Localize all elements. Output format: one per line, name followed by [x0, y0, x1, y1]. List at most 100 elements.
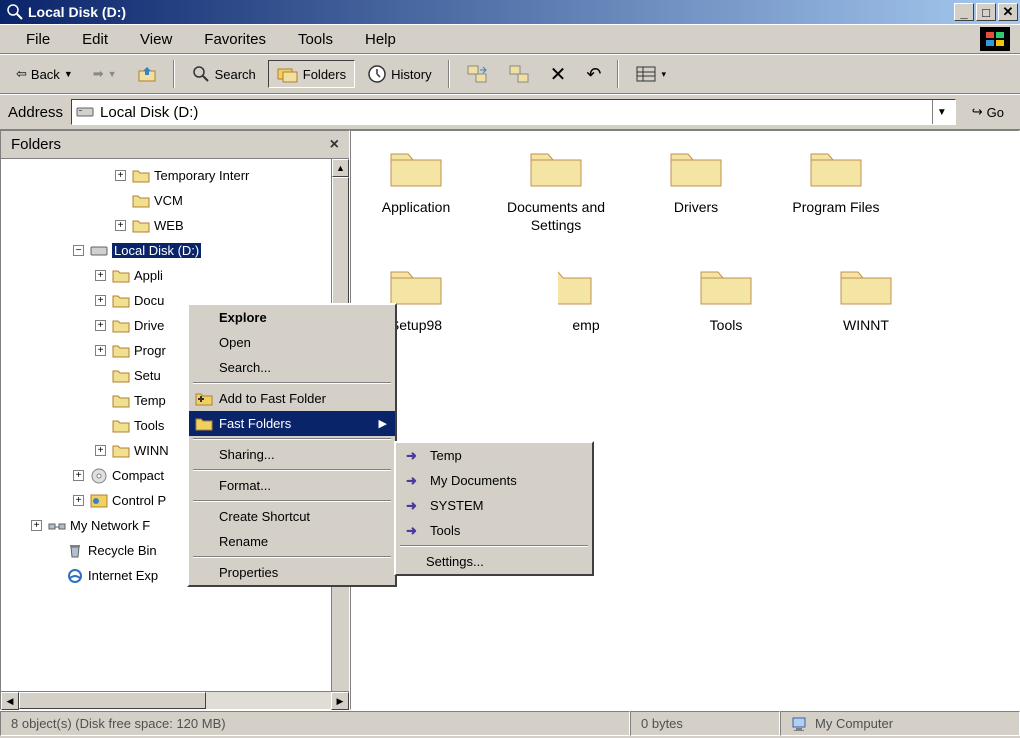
folder-item[interactable]: Drivers	[646, 146, 746, 234]
expand-icon[interactable]: +	[31, 520, 42, 531]
separator	[193, 438, 391, 440]
up-button[interactable]	[129, 61, 165, 87]
expand-icon[interactable]: +	[95, 320, 106, 331]
expand-icon[interactable]: +	[95, 345, 106, 356]
folder-icon	[112, 268, 130, 284]
folder-item[interactable]: Documents and Settings	[506, 146, 606, 234]
collapse-icon[interactable]: −	[73, 245, 84, 256]
ctx-explore[interactable]: Explore	[189, 305, 395, 330]
folders-icon	[277, 65, 299, 83]
folder-icon	[132, 218, 150, 234]
minimize-button[interactable]: _	[954, 3, 974, 21]
ctx-sharing[interactable]: Sharing...	[189, 442, 395, 467]
sub-settings[interactable]: Settings...	[396, 549, 592, 574]
folder-item[interactable]: emp	[536, 264, 636, 334]
expand-icon[interactable]: +	[95, 270, 106, 281]
copy-to-button[interactable]	[500, 60, 538, 88]
copyto-icon	[508, 64, 530, 84]
sub-system[interactable]: ➜SYSTEM	[396, 493, 592, 518]
ctx-rename[interactable]: Rename	[189, 529, 395, 554]
menu-edit[interactable]: Edit	[66, 27, 124, 52]
expand-icon[interactable]: +	[95, 295, 106, 306]
menu-help[interactable]: Help	[349, 27, 412, 52]
maximize-button[interactable]: □	[976, 3, 996, 21]
menu-favorites[interactable]: Favorites	[188, 27, 282, 52]
delete-button[interactable]: ✕	[542, 58, 575, 91]
tree-item[interactable]: +WEB	[5, 213, 345, 238]
undo-icon: ↶	[586, 64, 601, 85]
sub-my-documents[interactable]: ➜My Documents	[396, 468, 592, 493]
go-arrow-icon: ↪	[972, 104, 983, 120]
folders-button[interactable]: Folders	[268, 60, 355, 88]
expand-icon[interactable]: +	[115, 170, 126, 181]
address-input[interactable]: Local Disk (D:) ▼	[71, 99, 956, 125]
go-button[interactable]: ↪ Go	[964, 100, 1012, 124]
search-icon	[191, 64, 211, 84]
menu-view[interactable]: View	[124, 27, 188, 52]
folders-pane-close[interactable]: ×	[330, 136, 339, 154]
address-label: Address	[8, 104, 63, 121]
folder-item[interactable]: WINNT	[816, 264, 916, 334]
disk-icon	[76, 105, 94, 119]
address-dropdown-icon[interactable]: ▼	[932, 100, 951, 124]
folder-icon	[558, 264, 614, 308]
expand-icon[interactable]: +	[115, 220, 126, 231]
tree-item[interactable]: +Temporary Interr	[5, 163, 345, 188]
sub-temp[interactable]: ➜Temp	[396, 443, 592, 468]
forward-button[interactable]: ➡ ▼	[85, 62, 125, 86]
search-button[interactable]: Search	[183, 60, 264, 88]
views-button[interactable]: ▾	[627, 61, 674, 87]
folder-icon	[838, 264, 894, 308]
disk-icon	[90, 243, 108, 259]
history-button[interactable]: History	[359, 60, 439, 88]
separator	[400, 545, 588, 547]
scroll-right-icon[interactable]: ▶	[331, 692, 349, 710]
tree-item-local-disk[interactable]: −Local Disk (D:)	[5, 238, 345, 263]
tree-item[interactable]: +Appli	[5, 263, 345, 288]
forward-arrow-icon: ➡	[93, 66, 104, 82]
folder-icon	[528, 146, 584, 190]
toolbar: ⇦ Back ▼ ➡ ▼ Search Folders History ✕ ↶ …	[0, 54, 1020, 94]
ctx-add-fast-folder[interactable]: Add to Fast Folder	[189, 386, 395, 411]
undo-button[interactable]: ↶	[578, 60, 609, 89]
folder-item[interactable]: Program Files	[786, 146, 886, 234]
fast-folders-submenu: ➜Temp ➜My Documents ➜SYSTEM ➜Tools Setti…	[394, 441, 594, 576]
tree-item[interactable]: VCM	[5, 188, 345, 213]
menubar: File Edit View Favorites Tools Help	[0, 24, 1020, 54]
ctx-format[interactable]: Format...	[189, 473, 395, 498]
folder-item[interactable]: Application	[366, 146, 466, 234]
sub-tools[interactable]: ➜Tools	[396, 518, 592, 543]
expand-icon[interactable]: +	[95, 445, 106, 456]
horizontal-scrollbar[interactable]: ◀ ▶	[1, 691, 349, 709]
dropdown-icon: ▼	[108, 69, 117, 79]
back-button[interactable]: ⇦ Back ▼	[8, 62, 81, 86]
ctx-open[interactable]: Open	[189, 330, 395, 355]
scroll-up-icon[interactable]: ▲	[332, 159, 349, 177]
scroll-left-icon[interactable]: ◀	[1, 692, 19, 710]
folders-pane-title: Folders	[11, 136, 330, 153]
arrow-icon: ➜	[406, 473, 417, 489]
history-icon	[367, 64, 387, 84]
submenu-arrow-icon: ▶	[379, 417, 387, 430]
move-to-button[interactable]	[458, 60, 496, 88]
close-button[interactable]: ✕	[998, 3, 1018, 21]
ctx-create-shortcut[interactable]: Create Shortcut	[189, 504, 395, 529]
context-menu: Explore Open Search... Add to Fast Folde…	[187, 303, 397, 587]
scroll-thumb[interactable]	[19, 692, 206, 709]
ctx-properties[interactable]: Properties	[189, 560, 395, 585]
folder-up-icon	[137, 65, 157, 83]
folder-item[interactable]: Tools	[676, 264, 776, 334]
expand-icon[interactable]: +	[73, 470, 84, 481]
ctx-search[interactable]: Search...	[189, 355, 395, 380]
menu-file[interactable]: File	[10, 27, 66, 52]
expand-icon[interactable]: +	[73, 495, 84, 506]
menu-tools[interactable]: Tools	[282, 27, 349, 52]
folder-icon	[698, 264, 754, 308]
dropdown-icon: ▼	[64, 69, 73, 79]
scroll-thumb[interactable]	[332, 177, 349, 317]
arrow-icon: ➜	[406, 448, 417, 464]
computer-icon	[791, 716, 809, 732]
ctx-fast-folders[interactable]: Fast Folders ▶	[189, 411, 395, 436]
window-title: Local Disk (D:)	[28, 4, 954, 20]
separator	[193, 500, 391, 502]
